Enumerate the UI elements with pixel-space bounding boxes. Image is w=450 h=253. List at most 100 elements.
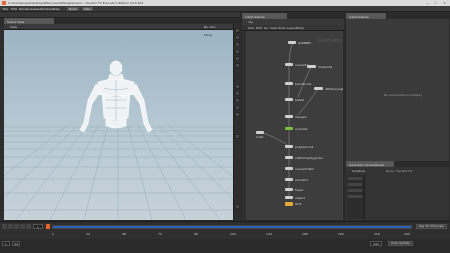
current-frame-field[interactable]: 1	[33, 224, 43, 229]
maximize-button[interactable]: ☐	[433, 1, 438, 5]
node-vdbfrompolygons-label: vdbfrompolygons1	[295, 156, 324, 160]
frame-playhead-icon[interactable]	[46, 224, 50, 229]
node-fuse[interactable]	[285, 188, 293, 191]
node-polyreduce-label: polyreduce1	[295, 145, 314, 149]
spreadsheet-detail-icon[interactable]	[348, 195, 362, 198]
desktop-selector[interactable]: Build	[67, 7, 79, 11]
net-menu-go[interactable]: Go	[264, 26, 268, 30]
menu-edit[interactable]: Edit	[11, 7, 17, 11]
fps-field[interactable]: 24	[12, 241, 20, 246]
network-editor[interactable]: Geometry ALEMBIC convert1 material1 tran…	[246, 31, 343, 220]
node-merge[interactable]	[285, 115, 293, 118]
spreadsheet-info: Node: transform1	[386, 169, 413, 173]
timeline-range-bar	[53, 226, 411, 228]
wireframe-icon[interactable]	[235, 42, 240, 47]
creature-model[interactable]	[76, 60, 156, 158]
net-menu-layout[interactable]: Layout	[287, 26, 297, 30]
net-menu-edit[interactable]: Edit	[256, 26, 262, 30]
node-smooth[interactable]	[285, 178, 293, 181]
node-clean-label: clean1	[295, 196, 305, 200]
net-menu-tools[interactable]: Tools	[278, 26, 285, 30]
background-icon[interactable]	[235, 134, 240, 139]
net-menu-add[interactable]: Add	[248, 26, 254, 30]
camera-icon[interactable]	[235, 91, 240, 96]
tick-240: 240	[404, 232, 410, 236]
node-blast[interactable]	[285, 98, 293, 101]
tick-216: 216	[374, 232, 380, 236]
node-transform[interactable]	[285, 82, 293, 85]
key-all-channels-button[interactable]: Key All Channels	[416, 224, 447, 229]
lighting-icon[interactable]	[235, 35, 240, 40]
node-out-label: OUT	[295, 202, 302, 206]
normals-icon[interactable]	[235, 112, 240, 117]
camera-dropdown[interactable]: No cam	[204, 25, 215, 29]
node-smooth-label: smooth1	[295, 178, 309, 182]
points-icon[interactable]	[235, 105, 240, 110]
viewport-3d[interactable]: Persp	[4, 30, 233, 220]
node-clean[interactable]	[285, 196, 293, 199]
end-frame-field[interactable]: 240	[370, 241, 382, 246]
node-normal-label: normal1	[295, 127, 308, 131]
node-null-label: null1	[256, 135, 264, 139]
play-reverse-icon[interactable]	[2, 224, 7, 229]
grid-icon[interactable]	[235, 63, 240, 68]
geometry-spreadsheet: Creature Node: transform1	[346, 167, 449, 220]
node-side-a-label: material1	[318, 65, 333, 69]
node-blast-label: blast1	[295, 98, 305, 102]
parameter-pane: No parameters to display	[346, 19, 449, 161]
step-forward-icon[interactable]	[26, 224, 31, 229]
node-normal[interactable]	[285, 127, 293, 130]
tick-24: 24	[86, 232, 90, 236]
menu-windows[interactable]: Windows	[40, 7, 53, 11]
timeline-track[interactable]	[52, 225, 412, 229]
status-bar: 1 24 240 Auto Update	[0, 239, 450, 253]
menu-file[interactable]: File	[3, 7, 8, 11]
camera-label: Persp	[204, 33, 213, 37]
tick-144: 144	[266, 232, 272, 236]
node-vdbfrompolygons[interactable]	[285, 156, 293, 159]
view-mode-label[interactable]: View	[10, 25, 17, 29]
close-button[interactable]: ✕	[442, 1, 447, 5]
workspace-selector[interactable]: Main	[82, 7, 94, 11]
start-frame-field[interactable]: 1	[2, 241, 10, 246]
node-alembic-label: ALEMBIC	[298, 41, 312, 45]
snap-icon[interactable]	[235, 84, 240, 89]
visibility-icon[interactable]	[235, 98, 240, 103]
node-merge-label: merge1	[295, 115, 307, 119]
ghost-icon[interactable]	[235, 56, 240, 61]
display-options-icon[interactable]	[235, 28, 240, 33]
play-icon[interactable]	[14, 224, 19, 229]
spreadsheet-vertices-icon[interactable]	[348, 183, 362, 186]
node-convertvdb-label: convertvdb1	[295, 167, 314, 171]
window-title: C:/Users/Jorge/Desktop/Kitten Jaw/Kitten…	[8, 1, 144, 5]
menu-assets[interactable]: Assets	[30, 7, 40, 11]
node-side-b[interactable]	[314, 87, 323, 90]
net-menu-view[interactable]: View	[270, 26, 277, 30]
spreadsheet-primitives-icon[interactable]	[348, 189, 362, 192]
node-out[interactable]	[285, 202, 293, 206]
node-convert[interactable]	[285, 63, 293, 66]
stop-icon[interactable]	[8, 224, 13, 229]
tick-192: 192	[338, 232, 344, 236]
step-back-icon[interactable]	[20, 224, 25, 229]
menu-help[interactable]: Help	[53, 7, 60, 11]
tick-1: 1	[52, 232, 54, 236]
node-alembic[interactable]	[288, 41, 296, 44]
render-region-icon[interactable]	[235, 204, 240, 209]
network-path[interactable]: obj	[248, 20, 253, 24]
node-side-a[interactable]	[307, 65, 316, 68]
menu-render[interactable]: Render	[19, 7, 30, 11]
node-convertvdb[interactable]	[285, 167, 293, 170]
tick-96: 96	[194, 232, 198, 236]
tick-72: 72	[158, 232, 162, 236]
node-fuse-label: fuse1	[295, 188, 304, 192]
node-polyreduce[interactable]	[285, 145, 293, 148]
node-null[interactable]	[256, 131, 264, 134]
spreadsheet-points-icon[interactable]	[348, 177, 362, 180]
shading-icon[interactable]	[235, 49, 240, 54]
tick-168: 168	[302, 232, 308, 236]
houdini-logo-icon	[2, 1, 6, 5]
auto-update-button[interactable]: Auto Update	[388, 241, 413, 246]
net-menu-help[interactable]: Help	[297, 26, 304, 30]
minimize-button[interactable]: —	[425, 1, 430, 5]
